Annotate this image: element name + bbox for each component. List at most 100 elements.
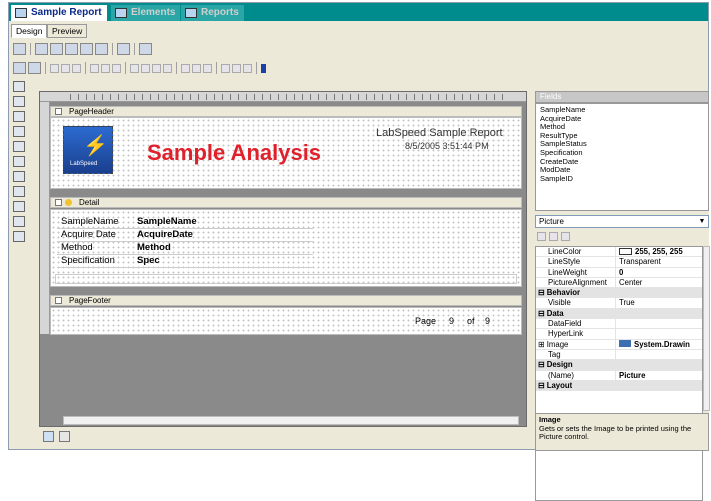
tab-preview[interactable]: Preview [47, 24, 88, 38]
collapse-icon[interactable] [55, 108, 62, 115]
toolbar-separator [256, 62, 257, 74]
collapse-icon[interactable] [55, 199, 62, 206]
toolbar-separator [30, 43, 31, 55]
detail-label[interactable]: Acquire Date [59, 229, 116, 241]
align-bottom-icon[interactable] [112, 63, 121, 73]
tab-elements[interactable]: Elements [111, 5, 181, 21]
align-right-icon[interactable] [72, 63, 81, 73]
subreport-tool-icon[interactable] [13, 201, 25, 212]
reports-icon [185, 8, 197, 18]
detail-value[interactable]: AcquireDate [135, 229, 193, 241]
cut-icon[interactable] [50, 43, 63, 55]
report-explorer-icon[interactable] [43, 431, 54, 442]
property-row[interactable]: DataField [536, 319, 702, 330]
report-designer-surface[interactable]: PageHeader ⚡ LabSpeed Sample Analysis La… [39, 91, 527, 427]
line-tool-icon[interactable] [13, 171, 25, 182]
detail-value[interactable]: SampleName [135, 216, 197, 228]
shape-tool-icon[interactable] [13, 156, 25, 167]
property-row[interactable]: LineWeight 0 [536, 267, 702, 278]
same-width-icon[interactable] [141, 63, 150, 73]
logo-picture[interactable]: ⚡ LabSpeed [63, 126, 113, 174]
undo-icon[interactable] [35, 43, 48, 55]
page-header-band-title[interactable]: PageHeader [50, 106, 522, 117]
grid-view-icon[interactable] [59, 431, 70, 442]
align-center-icon[interactable] [61, 63, 70, 73]
tab-design[interactable]: Design [11, 24, 48, 38]
vertical-spacing-increase-icon[interactable] [232, 63, 241, 73]
copy-icon[interactable] [65, 43, 78, 55]
document-tab-bar: Sample Report Elements Reports [9, 3, 708, 21]
row-divider [57, 241, 313, 242]
property-row[interactable]: LineStyle Transparent [536, 257, 702, 268]
horizontal-scrollbar[interactable] [63, 416, 519, 425]
property-row[interactable]: ⊞ Image System.Drawin [536, 339, 702, 350]
lab-title-label[interactable]: LabSpeed Sample Report [376, 127, 503, 139]
textbox-tool-icon[interactable] [13, 111, 25, 122]
page-total-field[interactable]: 9 [485, 316, 490, 326]
page-label[interactable]: Page [415, 316, 436, 326]
page-header-band[interactable]: ⚡ LabSpeed Sample Analysis LabSpeed Samp… [50, 117, 522, 189]
pagebreak-tool-icon[interactable] [13, 216, 25, 227]
category-row[interactable]: ⊟ Layout [536, 380, 702, 392]
property-row[interactable]: LineColor 255, 255, 255 [536, 247, 702, 258]
detail-band[interactable]: SampleName SampleName Acquire Date Acqui… [50, 209, 522, 287]
detail-band-title[interactable]: Detail [50, 197, 522, 208]
property-row[interactable]: Visible True [536, 298, 702, 309]
label-tool-icon[interactable] [13, 96, 25, 107]
detail-label[interactable]: Method [59, 242, 93, 254]
report-settings-icon[interactable] [13, 43, 26, 55]
category-row[interactable]: ⊟ Behavior [536, 288, 702, 299]
send-to-back-icon[interactable] [28, 62, 41, 74]
property-row[interactable]: Tag [536, 349, 702, 361]
property-row[interactable]: (Name) Picture [536, 370, 702, 381]
pointer-icon[interactable] [13, 81, 25, 92]
align-left-icon[interactable] [50, 63, 59, 73]
horizontal-spacing-decrease-icon[interactable] [203, 63, 212, 73]
picture-tool-icon[interactable] [13, 141, 25, 152]
of-label[interactable]: of [467, 316, 475, 326]
align-middle-icon[interactable] [101, 63, 110, 73]
detail-label[interactable]: SampleName [59, 216, 119, 228]
fields-icon[interactable] [139, 43, 152, 55]
properties-icon[interactable] [117, 43, 130, 55]
collapse-icon[interactable] [55, 297, 62, 304]
category-row[interactable]: ⊟ Design [536, 360, 702, 371]
delete-icon[interactable] [95, 43, 108, 55]
tab-sample-report[interactable]: Sample Report [11, 5, 107, 21]
lock-icon[interactable] [261, 63, 266, 73]
report-title[interactable]: Sample Analysis [147, 140, 321, 166]
richtext-tool-icon[interactable] [13, 186, 25, 197]
vertical-spacing-equal-icon[interactable] [221, 63, 230, 73]
tab-reports[interactable]: Reports [181, 5, 244, 21]
property-row[interactable]: HyperLink [536, 329, 702, 340]
checkbox-tool-icon[interactable] [13, 126, 25, 137]
same-size-icon[interactable] [163, 63, 172, 73]
detail-value[interactable]: Method [135, 242, 171, 254]
property-row[interactable]: PictureAlignment Center [536, 277, 702, 289]
page-footer-band[interactable]: Page 9 of 9 [50, 307, 522, 335]
horizontal-spacing-increase-icon[interactable] [192, 63, 201, 73]
page-number-field[interactable]: 9 [449, 316, 454, 326]
align-to-grid-icon[interactable] [130, 63, 139, 73]
same-height-icon[interactable] [152, 63, 161, 73]
object-selector[interactable]: Picture ▼ [535, 215, 709, 228]
barcode-tool-icon[interactable] [13, 231, 25, 242]
paste-icon[interactable] [80, 43, 93, 55]
alphabetical-icon[interactable] [549, 232, 558, 241]
horizontal-spacing-equal-icon[interactable] [181, 63, 190, 73]
chevron-down-icon[interactable]: ▼ [697, 217, 707, 226]
field-item[interactable]: SampleID [540, 174, 704, 184]
categorized-icon[interactable] [537, 232, 546, 241]
detail-label[interactable]: Specification [59, 255, 115, 267]
page-footer-band-title[interactable]: PageFooter [50, 295, 522, 306]
align-top-icon[interactable] [90, 63, 99, 73]
property-grid-scrollbar[interactable] [703, 246, 710, 411]
elements-icon [115, 8, 127, 18]
vertical-spacing-decrease-icon[interactable] [243, 63, 252, 73]
category-row[interactable]: ⊟ Data [536, 308, 702, 320]
detail-value[interactable]: Spec [135, 255, 160, 267]
datetime-field[interactable]: 8/5/2005 3:51:44 PM [405, 141, 489, 151]
property-pages-icon[interactable] [561, 232, 570, 241]
bring-to-front-icon[interactable] [13, 62, 26, 74]
detail-line[interactable] [55, 274, 517, 284]
